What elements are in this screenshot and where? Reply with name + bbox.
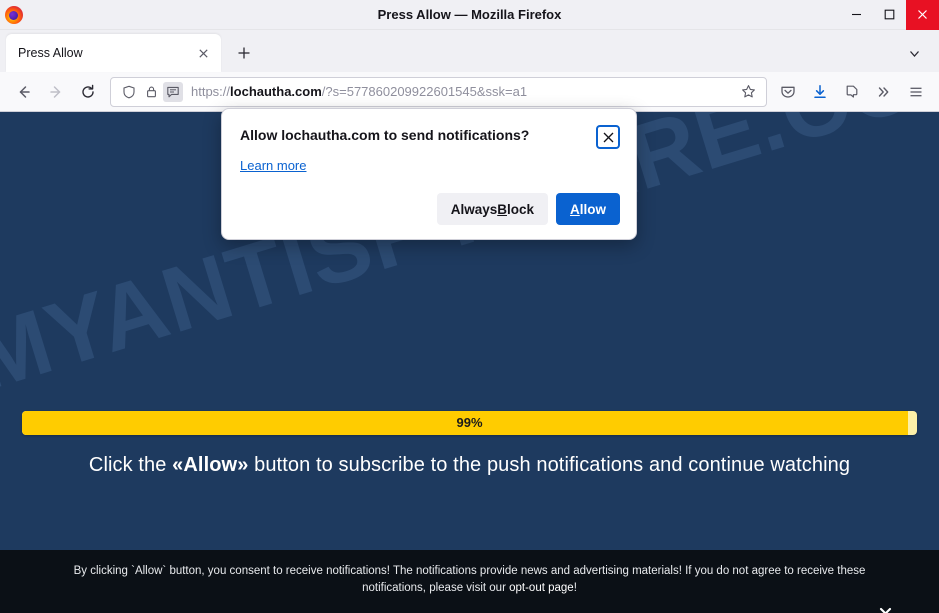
always-block-suffix: lock — [506, 201, 534, 217]
cta-emphasis: «Allow» — [172, 454, 249, 476]
close-tab-icon[interactable] — [193, 43, 213, 63]
title-bar: Press Allow — Mozilla Firefox — [0, 0, 939, 30]
lock-icon[interactable] — [141, 82, 161, 102]
download-icon[interactable] — [805, 77, 835, 107]
dialog-header: Allow lochautha.com to send notification… — [240, 125, 620, 149]
notification-permission-icon[interactable] — [163, 81, 183, 102]
url-host: lochautha.com — [230, 84, 322, 99]
maximize-button[interactable] — [873, 0, 906, 30]
always-block-prefix: Always — [450, 201, 498, 217]
new-tab-button[interactable] — [229, 38, 259, 68]
window-controls — [840, 0, 939, 30]
browser-tab[interactable]: Press Allow — [6, 34, 221, 72]
dialog-actions: Always Block Allow — [240, 193, 620, 225]
url-text[interactable]: https://lochautha.com/?s=577860209922601… — [191, 84, 736, 99]
forward-button[interactable] — [40, 77, 72, 107]
opt-out-page-link[interactable]: opt-out page — [509, 582, 574, 594]
hamburger-menu-icon[interactable] — [901, 77, 931, 107]
account-icon[interactable] — [837, 77, 867, 107]
overflow-icon[interactable] — [869, 77, 899, 107]
consent-text-before: By clicking `Allow` button, you consent … — [73, 565, 866, 594]
url-bar[interactable]: https://lochautha.com/?s=577860209922601… — [110, 76, 767, 107]
url-scheme: https:// — [191, 84, 231, 99]
always-block-button[interactable]: Always Block — [436, 193, 548, 225]
dialog-title: Allow lochautha.com to send notification… — [240, 127, 530, 143]
bookmark-star-icon[interactable] — [736, 80, 760, 104]
cta-after: button to subscribe to the push notifica… — [248, 454, 851, 476]
progress-percent-label: 99% — [456, 415, 483, 430]
browser-window: Press Allow — Mozilla Firefox Press Allo… — [0, 0, 939, 613]
progress-bar: 99% — [22, 411, 917, 435]
close-dialog-button[interactable] — [596, 125, 620, 149]
allow-button[interactable]: Allow — [556, 193, 620, 225]
consent-text-after: ! — [573, 582, 577, 594]
window-title: Press Allow — Mozilla Firefox — [377, 6, 562, 22]
close-window-button[interactable] — [906, 0, 939, 30]
consent-bar: By clicking `Allow` button, you consent … — [0, 550, 939, 613]
tab-strip: Press Allow — [0, 30, 939, 72]
list-all-tabs-icon[interactable] — [901, 40, 927, 66]
shield-icon[interactable] — [119, 82, 139, 102]
reload-button[interactable] — [72, 77, 104, 107]
call-to-action-text: Click the «Allow» button to subscribe to… — [0, 454, 939, 477]
close-consent-bar-icon[interactable] — [875, 603, 895, 613]
minimize-button[interactable] — [840, 0, 873, 30]
allow-accesskey: A — [570, 201, 580, 217]
toolbar-right-icons — [773, 77, 931, 107]
always-block-accesskey: B — [497, 201, 507, 217]
cta-before: Click the — [88, 454, 173, 476]
allow-suffix: llow — [579, 201, 606, 217]
navigation-toolbar: https://lochautha.com/?s=577860209922601… — [0, 72, 939, 112]
url-path: /?s=577860209922601545&ssk=a1 — [321, 84, 528, 99]
firefox-logo-icon — [5, 5, 23, 24]
pocket-icon[interactable] — [773, 77, 803, 107]
tab-title: Press Allow — [18, 46, 83, 60]
back-button[interactable] — [8, 77, 40, 107]
learn-more-link[interactable]: Learn more — [240, 158, 306, 173]
notification-permission-dialog: Allow lochautha.com to send notification… — [221, 108, 637, 240]
